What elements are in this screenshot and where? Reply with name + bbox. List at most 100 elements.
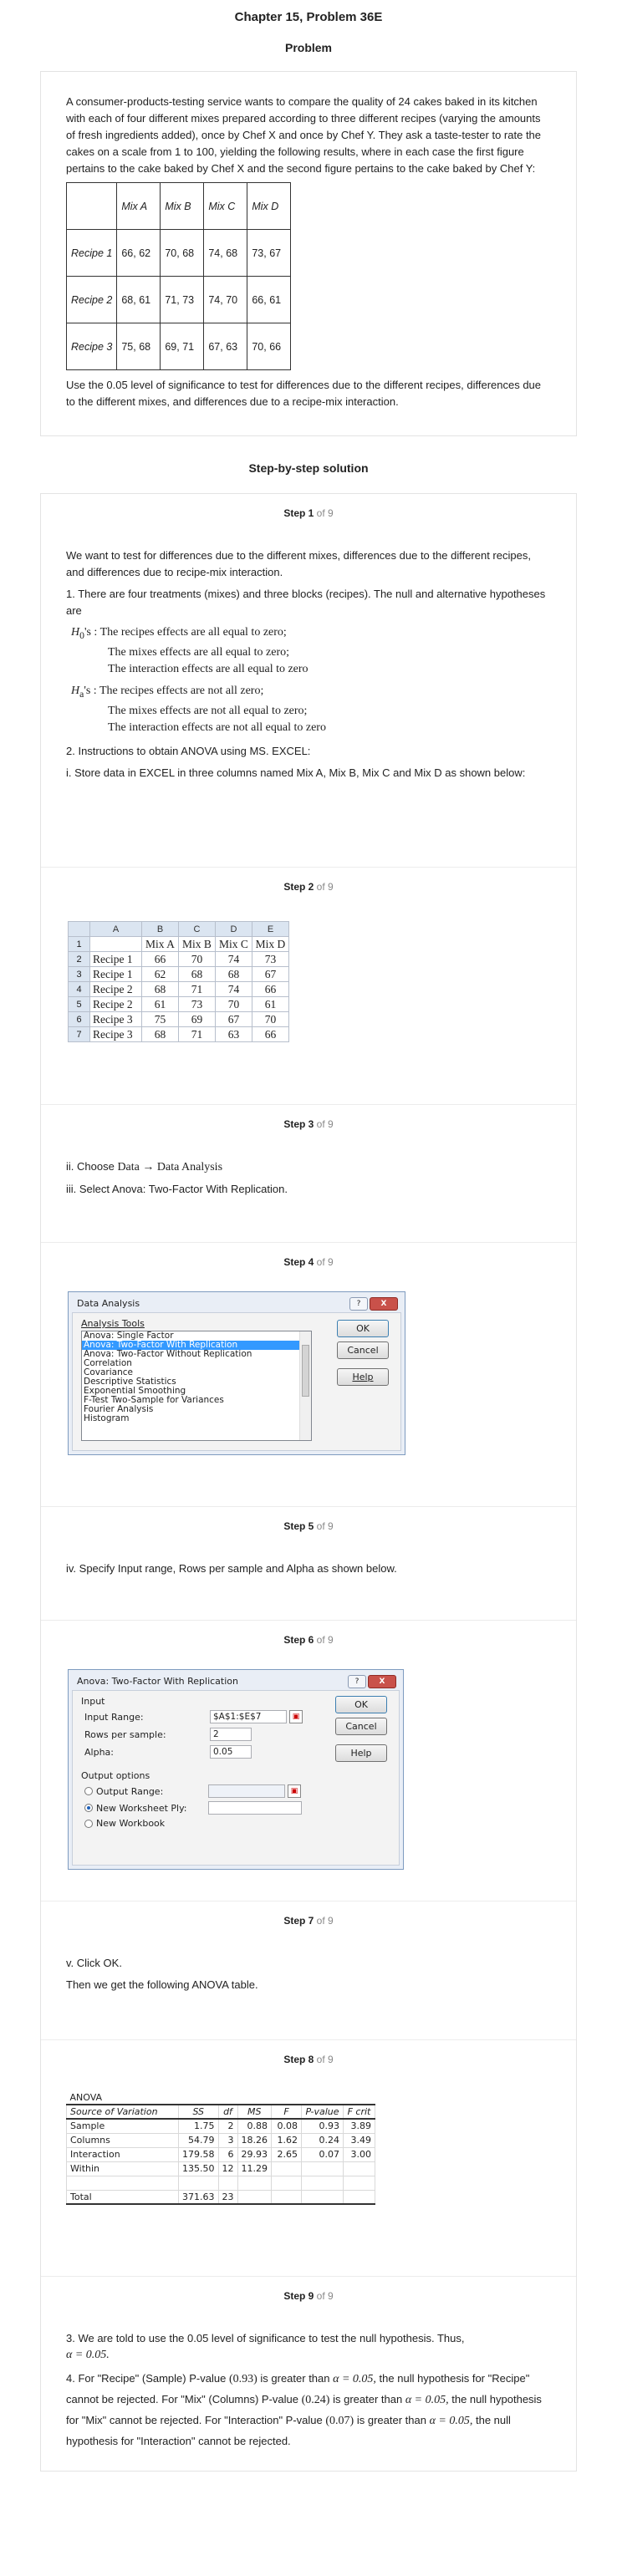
ok-button[interactable]: OK [335,1696,387,1713]
step1-intro: We want to test for differences due to t… [66,549,531,578]
table-cell [237,2175,272,2191]
table-row: 1 Mix A Mix B Mix C Mix D [68,936,289,952]
table-cell: 179.58 [178,2146,219,2162]
new-sheet-field[interactable] [208,1801,302,1815]
table-cell: 75, 68 [116,323,161,370]
analysis-tools-list[interactable]: Anova: Single Factor Anova: Two-Factor W… [81,1331,312,1441]
table-header: Mix C [203,182,248,230]
help-button[interactable]: Help [337,1368,389,1386]
table-cell [301,2161,344,2176]
sheet-cell: Recipe 1 [89,966,142,982]
table-cell: 69, 71 [160,323,205,370]
table-row: Recipe 1 66, 62 70, 68 74, 68 73, 67 [65,229,292,277]
table-cell [343,2161,375,2176]
table-cell: 70, 68 [160,229,205,277]
help-icon[interactable]: ? [349,1297,368,1311]
sheet-cell: 74 [215,951,252,967]
help-button[interactable]: Help [335,1744,387,1762]
range-picker-icon[interactable]: ▣ [288,1784,301,1798]
table-header: df [217,2104,238,2120]
table-header: P-value [301,2104,344,2120]
table-row: Columns 54.79 3 18.26 1.62 0.24 3.49 [66,2132,375,2148]
table-cell: 29.93 [237,2146,272,2162]
step-header: Step 7 of 9 [283,1915,334,1927]
problem-heading: Problem [284,41,332,54]
table-header: Source of Variation [66,2104,179,2120]
dialog-title: Data Analysis ? X [72,1296,401,1312]
rows-per-sample-field[interactable]: 2 [210,1728,252,1741]
table-cell: 73, 67 [247,229,292,277]
sheet-cell: 71 [178,1026,216,1042]
table-cell: Columns [66,2132,179,2148]
table-header: F [271,2104,302,2120]
input-range-field[interactable]: $A$1:$E$7 [210,1710,287,1723]
table-cell: Total [66,2189,179,2205]
sheet-cell: 68 [178,966,216,982]
sheet-cell: 68 [141,1026,179,1042]
table-cell: 371.63 [178,2189,219,2205]
table-cell: 1.75 [178,2118,219,2134]
step-header: Step 9 of 9 [283,2290,334,2302]
problem-card: A consumer-products-testing service want… [40,71,577,436]
table-cell: 3.00 [343,2146,375,2162]
table-row [66,2175,375,2191]
sheet-cell: 66 [141,951,179,967]
step-3: Step 3 of 9 ii. Choose Data → Data Analy… [41,1105,576,1243]
table-cell: 74, 70 [203,276,248,323]
page: Chapter 15, Problem 36E Problem A consum… [0,0,617,2472]
sheet-cell: 74 [215,981,252,997]
close-icon[interactable]: X [370,1297,398,1311]
new-workbook-radio[interactable] [84,1819,93,1828]
table-cell: 135.50 [178,2161,219,2176]
output-range-label: Output Range: [96,1785,164,1797]
table-cell: 0.07 [301,2146,344,2162]
ok-button[interactable]: OK [337,1320,389,1337]
table-header: SS [178,2104,219,2120]
table-cell [237,2189,272,2205]
rows-label: Rows per sample: [84,1728,166,1740]
table-row: 2 Recipe 1 66 70 74 73 [68,951,289,967]
output-range-field[interactable] [208,1784,285,1798]
step-5: Step 5 of 9 iv. Specify Input range, Row… [41,1507,576,1621]
help-icon[interactable]: ? [348,1675,366,1688]
table-row: Sample 1.75 2 0.88 0.08 0.93 3.89 [66,2118,375,2134]
sheet-cell: 68 [215,966,252,982]
list-scrollbar[interactable] [299,1331,311,1440]
table-cell: 3 [217,2132,238,2148]
table-cell: 2.65 [271,2146,302,2162]
step9-p1: 3. We are told to use the 0.05 level of … [66,2332,465,2344]
table-cell: 74, 68 [203,229,248,277]
new-sheet-radio[interactable] [84,1804,93,1812]
column-header: B [141,921,179,937]
table-row: 4 Recipe 2 68 71 74 66 [68,981,289,997]
step1-p2: 2. Instructions to obtain ANOVA using MS… [66,744,311,757]
table-cell: 0.88 [237,2118,272,2134]
alpha-field[interactable]: 0.05 [210,1745,252,1759]
sheet-cell [89,936,142,952]
row-header: 3 [68,966,90,982]
close-icon[interactable]: X [368,1675,396,1688]
list-item[interactable]: Histogram [82,1414,311,1423]
cancel-button[interactable]: Cancel [337,1341,389,1359]
dialog-body: Analysis Tools Anova: Single Factor Anov… [72,1312,401,1451]
table-row: 7 Recipe 3 68 71 63 66 [68,1026,289,1042]
new-sheet-row: New Worksheet Ply: [81,1801,390,1815]
range-picker-icon[interactable]: ▣ [289,1710,303,1723]
sheet-cell: 73 [252,951,289,967]
sheet-cell: 70 [215,996,252,1012]
table-cell [301,2175,344,2191]
table-cell: 71, 73 [160,276,205,323]
table-cell [271,2161,302,2176]
solution-card: Step 1 of 9 We want to test for differen… [40,493,577,2472]
sheet-corner [68,921,90,937]
new-workbook-label: New Workbook [96,1818,166,1829]
cancel-button[interactable]: Cancel [335,1718,387,1735]
table-cell [66,2175,179,2191]
scrollbar-thumb[interactable] [302,1345,309,1397]
step5-text: iv. Specify Input range, Rows per sample… [66,1562,397,1575]
table-cell: 0.93 [301,2118,344,2134]
step3-line2: iii. Select Anova: Two-Factor With Repli… [66,1183,288,1195]
table-header: Mix B [160,182,205,230]
step-4: Step 4 of 9 Data Analysis ? X Analysis T… [41,1243,576,1507]
output-range-radio[interactable] [84,1787,93,1795]
